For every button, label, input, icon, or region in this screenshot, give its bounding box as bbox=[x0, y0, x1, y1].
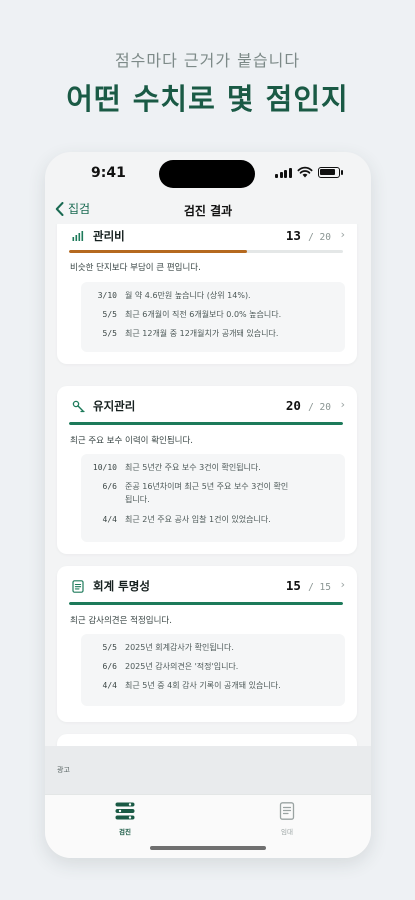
chevron-right-icon: › bbox=[340, 398, 345, 411]
detail-text: 2025년 감사의견은 '적정'입니다. bbox=[125, 662, 239, 671]
wrench-icon bbox=[71, 399, 85, 413]
detail-text: 최근 5년간 주요 보수 3건이 확인됩니다. bbox=[125, 463, 261, 472]
score-card-next[interactable] bbox=[57, 734, 357, 746]
nav-bar: 집검 검진 결과 bbox=[45, 196, 371, 224]
detail-row: 6/6 2025년 감사의견은 '적정'입니다. bbox=[81, 660, 325, 673]
signal-icon bbox=[275, 168, 292, 178]
score-value: 13 bbox=[285, 228, 301, 243]
score-progress-bar bbox=[69, 602, 343, 605]
detail-row: 5/5 최근 6개월이 직전 6개월보다 0.0% 높습니다. bbox=[81, 308, 325, 321]
detail-text: 2025년 회계감사가 확인됩니다. bbox=[125, 643, 234, 652]
tab-checkup[interactable]: 검진 bbox=[95, 802, 155, 836]
score-max: / 15 bbox=[308, 582, 331, 593]
detail-text: 최근 12개월 중 12개월치가 공개돼 있습니다. bbox=[125, 329, 279, 338]
page-title: 검진 결과 bbox=[183, 204, 233, 218]
score-value: 20 bbox=[285, 398, 301, 413]
detail-row: 3/10 월 약 4.6만원 높습니다 (상위 14%). bbox=[81, 289, 325, 302]
battery-tip bbox=[341, 170, 343, 175]
score-progress-bar bbox=[69, 250, 343, 253]
detail-points: 5/5 bbox=[102, 329, 117, 338]
wifi-icon bbox=[297, 166, 313, 178]
document-icon bbox=[71, 579, 85, 593]
score-card-accounting-transparency[interactable]: 회계 투명성 15 / 15 › 최근 감사의견은 적정입니다. 5/5 2025… bbox=[57, 566, 357, 722]
card-header: 관리비 bbox=[71, 228, 125, 244]
status-time: 9:41 bbox=[91, 165, 126, 181]
card-description: 비슷한 단지보다 부담이 큰 편입니다. bbox=[70, 263, 201, 273]
score-progress-fill bbox=[69, 422, 343, 425]
card-description: 최근 주요 보수 이력이 확인됩니다. bbox=[70, 436, 193, 446]
home-indicator bbox=[150, 846, 266, 850]
detail-row: 4/4 최근 5년 중 4회 감사 기록이 공개돼 있습니다. bbox=[81, 679, 335, 692]
detail-points: 10/10 bbox=[92, 463, 117, 472]
detail-points: 3/10 bbox=[97, 291, 117, 300]
ad-banner[interactable]: 광고 bbox=[45, 746, 371, 794]
detail-row: 6/6 준공 16년차이며 최근 5년 주요 보수 3건이 확인됩니다. bbox=[81, 480, 295, 506]
tab-lease[interactable]: 임대 bbox=[257, 802, 317, 836]
detail-text: 최근 6개월이 직전 6개월보다 0.0% 높습니다. bbox=[125, 310, 282, 319]
hero-subtitle: 점수마다 근거가 붙습니다 bbox=[114, 51, 301, 70]
card-header: 회계 투명성 bbox=[71, 578, 150, 594]
detail-points: 5/5 bbox=[102, 310, 117, 319]
tab-label: 임대 bbox=[281, 828, 293, 836]
detail-row: 10/10 최근 5년간 주요 보수 3건이 확인됩니다. bbox=[81, 461, 325, 474]
status-bar: 9:41 bbox=[45, 152, 371, 196]
score-detail-box: 10/10 최근 5년간 주요 보수 3건이 확인됩니다. 6/6 준공 16년차이… bbox=[81, 454, 345, 542]
ad-label: 광고 bbox=[57, 766, 70, 774]
detail-row: 4/4 최근 2년 주요 공사 입찰 1건이 있었습니다. bbox=[81, 513, 325, 526]
card-score: 13 / 20 bbox=[286, 228, 331, 243]
score-card-management-fee[interactable]: 관리비 13 / 20 › 비슷한 단지보다 부담이 큰 편입니다. 3/10 월… bbox=[57, 224, 357, 364]
results-scroll[interactable]: 관리비 13 / 20 › 비슷한 단지보다 부담이 큰 편입니다. 3/10 월… bbox=[45, 224, 371, 746]
dynamic-island bbox=[159, 160, 255, 188]
detail-row: 5/5 최근 12개월 중 12개월치가 공개돼 있습니다. bbox=[81, 327, 325, 340]
detail-text: 준공 16년차이며 최근 5년 주요 보수 3건이 확인됩니다. bbox=[125, 482, 289, 504]
detail-points: 4/4 bbox=[102, 515, 117, 524]
phone-frame: 9:41 집검 검진 결과 관리비 13 / 20 › 비슷한 단지보다 부담이… bbox=[45, 152, 371, 858]
card-score: 20 / 20 bbox=[286, 398, 331, 413]
detail-points: 4/4 bbox=[102, 681, 117, 690]
detail-points: 6/6 bbox=[102, 482, 117, 491]
score-detail-box: 5/5 2025년 회계감사가 확인됩니다. 6/6 2025년 감사의견은 '적정… bbox=[81, 634, 345, 706]
tab-label: 검진 bbox=[119, 828, 131, 836]
checkup-icon bbox=[115, 802, 135, 820]
detail-row: 5/5 2025년 회계감사가 확인됩니다. bbox=[81, 641, 325, 654]
score-value: 15 bbox=[285, 578, 301, 593]
score-progress-bar bbox=[69, 422, 343, 425]
detail-text: 최근 5년 중 4회 감사 기록이 공개돼 있습니다. bbox=[125, 681, 281, 690]
card-title: 관리비 bbox=[93, 229, 125, 243]
card-title: 회계 투명성 bbox=[93, 579, 150, 593]
card-score: 15 / 15 bbox=[286, 578, 331, 593]
chevron-right-icon: › bbox=[340, 578, 345, 591]
detail-text: 월 약 4.6만원 높습니다 (상위 14%). bbox=[125, 291, 251, 300]
score-detail-box: 3/10 월 약 4.6만원 높습니다 (상위 14%). 5/5 최근 6개월이 … bbox=[81, 282, 345, 352]
battery-icon bbox=[318, 167, 340, 178]
detail-text: 최근 2년 주요 공사 입찰 1건이 있었습니다. bbox=[125, 515, 271, 524]
card-description: 최근 감사의견은 적정입니다. bbox=[70, 616, 172, 626]
detail-points: 6/6 bbox=[102, 662, 117, 671]
card-title: 유지관리 bbox=[93, 399, 136, 413]
hero-title: 어떤 수치로 몇 점인지 bbox=[66, 82, 349, 116]
score-max: / 20 bbox=[308, 402, 331, 413]
lease-doc-icon bbox=[279, 802, 295, 820]
card-header: 유지관리 bbox=[71, 398, 135, 414]
bar-chart-icon bbox=[71, 229, 85, 243]
score-progress-fill bbox=[69, 250, 248, 253]
score-progress-fill bbox=[69, 602, 343, 605]
detail-points: 5/5 bbox=[102, 643, 117, 652]
score-card-maintenance[interactable]: 유지관리 20 / 20 › 최근 주요 보수 이력이 확인됩니다. 10/10… bbox=[57, 386, 357, 554]
chevron-right-icon: › bbox=[340, 228, 345, 241]
score-max: / 20 bbox=[308, 232, 331, 243]
